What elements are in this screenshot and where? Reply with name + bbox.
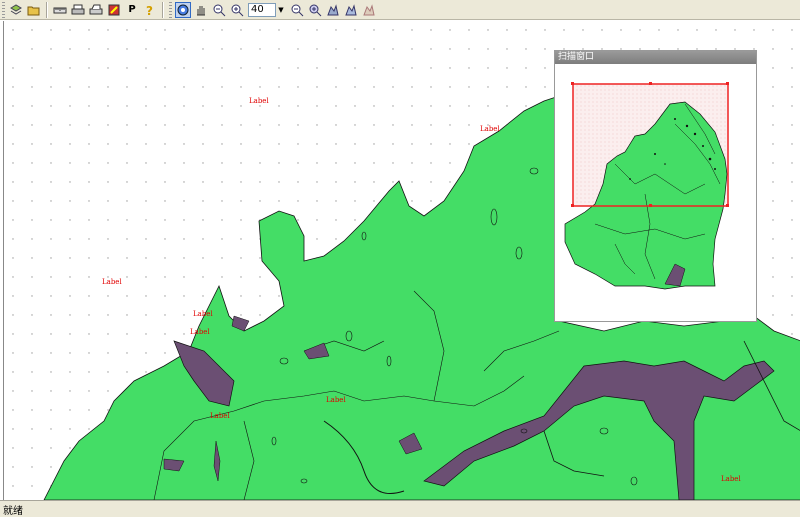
previous-extent-icon[interactable]: [343, 2, 359, 18]
zoom-level-field[interactable]: 40: [248, 2, 276, 17]
map-label: Label: [190, 328, 210, 336]
map-label: Label: [193, 310, 213, 318]
status-bar: 就绪: [0, 500, 800, 517]
toolbar-separator: [162, 1, 164, 18]
zoom-out-icon[interactable]: [211, 2, 227, 18]
zoom-out-2-icon[interactable]: [289, 2, 305, 18]
map-label: Label: [721, 475, 741, 483]
main-toolbar: P ? 40 ▼: [0, 0, 800, 20]
overview-window[interactable]: 扫描窗口: [554, 50, 757, 322]
zoom-in-2-icon[interactable]: [307, 2, 323, 18]
layers-icon[interactable]: [8, 2, 24, 18]
print-icon[interactable]: [70, 2, 86, 18]
map-label: Label: [210, 412, 230, 420]
toolbar-grip[interactable]: [169, 1, 172, 18]
chevron-down-icon[interactable]: ▼: [276, 3, 286, 17]
zoom-in-icon[interactable]: [229, 2, 245, 18]
select-icon[interactable]: [175, 1, 191, 18]
map-label: Label: [326, 396, 346, 404]
next-extent-icon[interactable]: [361, 2, 377, 18]
svg-text:?: ?: [146, 4, 153, 17]
open-folder-icon[interactable]: [26, 2, 42, 18]
overview-title: 扫描窗口: [555, 51, 756, 64]
full-extent-icon[interactable]: [325, 2, 341, 18]
overview-map[interactable]: [555, 64, 756, 321]
toolbar-separator: [46, 1, 48, 18]
export-icon[interactable]: [106, 2, 122, 18]
toolbar-grip[interactable]: [2, 1, 5, 18]
p-button[interactable]: P: [124, 2, 140, 18]
ruler-icon[interactable]: [52, 2, 68, 18]
map-label: Label: [102, 278, 122, 286]
status-text: 就绪: [3, 505, 23, 517]
print-preview-icon[interactable]: [88, 2, 104, 18]
help-icon[interactable]: ?: [142, 2, 158, 18]
map-label: Label: [480, 125, 500, 133]
pan-hand-icon[interactable]: [193, 2, 209, 18]
map-label: Label: [249, 97, 269, 105]
